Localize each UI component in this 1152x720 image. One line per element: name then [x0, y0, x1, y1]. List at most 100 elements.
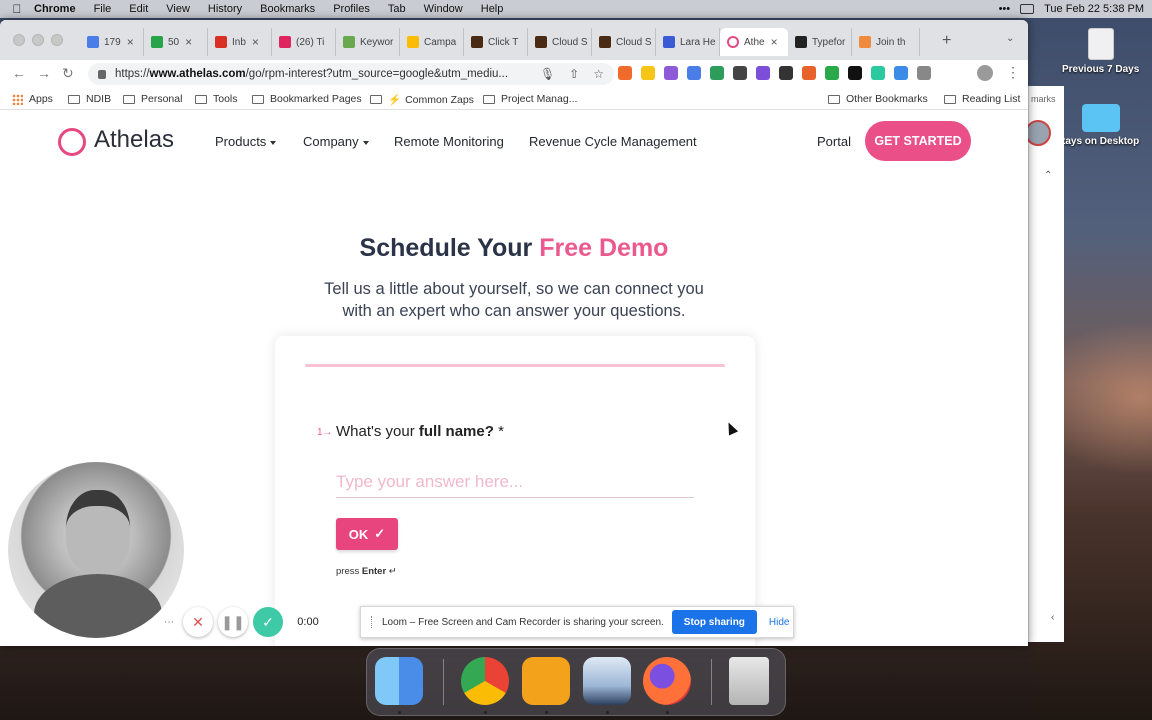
- more-icon[interactable]: •••: [999, 3, 1011, 15]
- extension-icon[interactable]: [802, 66, 816, 80]
- hide-share-bar-link[interactable]: Hide: [769, 617, 790, 628]
- background-window[interactable]: marks ⌃ ‹: [1025, 86, 1064, 642]
- close-tab-icon[interactable]: ×: [252, 35, 259, 49]
- menu-clock[interactable]: Tue Feb 22 5:38 PM: [1044, 3, 1144, 15]
- browser-tab[interactable]: Cloud S: [592, 28, 656, 56]
- extension-icon[interactable]: [756, 66, 770, 80]
- webcam-bubble[interactable]: [8, 462, 184, 638]
- minimize-window-button[interactable]: [32, 34, 44, 46]
- address-bar[interactable]: https://www.athelas.com/go/rpm-interest?…: [88, 63, 614, 85]
- close-window-button[interactable]: [13, 34, 25, 46]
- site-logo[interactable]: Athelas: [94, 126, 174, 154]
- extension-icon[interactable]: [779, 66, 793, 80]
- close-tab-icon[interactable]: ×: [127, 35, 134, 49]
- question-bold: full name?: [418, 423, 494, 440]
- reading-list[interactable]: Reading List: [944, 93, 1020, 105]
- loom-more-icon[interactable]: ⋯: [158, 611, 180, 633]
- bookmark-other[interactable]: Other Bookmarks: [828, 93, 928, 105]
- finder-icon[interactable]: [375, 657, 423, 705]
- browser-tab[interactable]: 50 ×: [144, 28, 208, 56]
- bookmark-apps[interactable]: Apps: [12, 93, 53, 105]
- nav-revenue-cycle[interactable]: Revenue Cycle Management: [529, 134, 697, 149]
- nav-company[interactable]: Company: [303, 134, 369, 149]
- bookmark-bookmarked-pages[interactable]: Bookmarked Pages: [252, 93, 362, 105]
- extension-icon[interactable]: [894, 66, 908, 80]
- control-center-icon[interactable]: [1020, 4, 1035, 14]
- athelas-logo-icon[interactable]: [58, 128, 86, 156]
- loom-pause-icon[interactable]: ❚❚: [218, 607, 248, 637]
- extension-icon[interactable]: [825, 66, 839, 80]
- loom-cancel-close-icon[interactable]: ✕: [183, 607, 213, 637]
- nav-portal[interactable]: Portal: [817, 134, 851, 149]
- firefox-icon[interactable]: [643, 657, 691, 705]
- forward-button[interactable]: →: [37, 65, 51, 81]
- share-icon[interactable]: ⇧: [569, 67, 579, 81]
- desktop-stack-previous[interactable]: Previous 7 Days: [1062, 28, 1139, 75]
- extension-icon[interactable]: [871, 66, 885, 80]
- preview-app-icon[interactable]: [583, 657, 631, 705]
- tab-search-chevron-icon[interactable]: ⌄: [1006, 33, 1014, 44]
- extension-icon[interactable]: [687, 66, 701, 80]
- reload-button[interactable]: ↻: [62, 65, 74, 82]
- bookmark-project-manag[interactable]: Project Manag...: [483, 93, 577, 105]
- menu-bookmarks[interactable]: Bookmarks: [260, 3, 315, 15]
- menu-profiles[interactable]: Profiles: [333, 3, 370, 15]
- extension-icon[interactable]: [641, 66, 655, 80]
- mic-icon[interactable]: 🎙: [540, 67, 555, 81]
- bookmark-personal[interactable]: Personal: [123, 93, 182, 105]
- stop-sharing-button[interactable]: Stop sharing: [671, 610, 757, 634]
- browser-tab[interactable]: Click T: [464, 28, 528, 56]
- desktop-stack-desktop[interactable]: tays on Desktop: [1062, 104, 1139, 147]
- kebab-menu-icon[interactable]: ⋮: [1006, 64, 1020, 81]
- full-name-input[interactable]: [336, 466, 694, 498]
- menu-file[interactable]: File: [94, 3, 112, 15]
- extension-icon[interactable]: [710, 66, 724, 80]
- toggl-app-icon[interactable]: [522, 657, 570, 705]
- browser-tab[interactable]: Lara He: [656, 28, 720, 56]
- get-started-button[interactable]: GET STARTED: [865, 121, 971, 161]
- puzzle-icon[interactable]: [917, 66, 931, 80]
- nav-remote-monitoring[interactable]: Remote Monitoring: [394, 134, 504, 149]
- browser-tab[interactable]: Join th: [852, 28, 920, 56]
- menu-view[interactable]: View: [166, 3, 190, 15]
- menu-edit[interactable]: Edit: [129, 3, 148, 15]
- browser-tab[interactable]: Inb ×: [208, 28, 272, 56]
- bookmark-ndib[interactable]: NDIB: [68, 93, 111, 105]
- menu-app[interactable]: Chrome: [34, 3, 76, 15]
- subtitle-line: with an expert who can answer your quest…: [342, 302, 686, 320]
- menu-tab[interactable]: Tab: [388, 3, 406, 15]
- profile-avatar[interactable]: [977, 65, 993, 81]
- browser-tab[interactable]: Keywor: [336, 28, 400, 56]
- close-tab-icon[interactable]: ×: [771, 35, 778, 49]
- browser-tab[interactable]: Campa: [400, 28, 464, 56]
- lock-icon[interactable]: [98, 69, 106, 79]
- extension-icon[interactable]: [733, 66, 747, 80]
- new-tab-button[interactable]: +: [942, 32, 951, 50]
- chrome-icon[interactable]: [461, 657, 509, 705]
- browser-tab[interactable]: (26) Ti: [272, 28, 336, 56]
- nav-products[interactable]: Products: [215, 134, 277, 149]
- menu-history[interactable]: History: [208, 3, 242, 15]
- extension-icon[interactable]: [848, 66, 862, 80]
- extension-icon[interactable]: [618, 66, 632, 80]
- browser-tab[interactable]: Typefor: [788, 28, 852, 56]
- back-button[interactable]: ←: [12, 65, 26, 81]
- browser-tab[interactable]: Athe ×: [720, 28, 788, 56]
- zoom-window-button[interactable]: [51, 34, 63, 46]
- star-icon[interactable]: ☆: [593, 67, 604, 81]
- chevron-left-icon[interactable]: ‹: [1051, 612, 1054, 623]
- loom-finish-check-icon[interactable]: ✓: [253, 607, 283, 637]
- ok-button[interactable]: OK ✓: [336, 518, 398, 550]
- bookmark-common-zaps[interactable]: ⚡ Common Zaps: [370, 93, 474, 106]
- menu-help[interactable]: Help: [481, 3, 504, 15]
- apple-icon[interactable]: : [0, 2, 34, 16]
- drag-handle-icon[interactable]: [371, 616, 374, 628]
- trash-icon[interactable]: [729, 657, 769, 705]
- extension-icon[interactable]: [664, 66, 678, 80]
- browser-tab[interactable]: 179 ×: [80, 28, 144, 56]
- browser-tab[interactable]: Cloud S: [528, 28, 592, 56]
- bookmark-tools[interactable]: Tools: [195, 93, 238, 105]
- menu-window[interactable]: Window: [424, 3, 463, 15]
- close-tab-icon[interactable]: ×: [185, 35, 192, 49]
- chevron-up-icon[interactable]: ⌃: [1044, 170, 1052, 181]
